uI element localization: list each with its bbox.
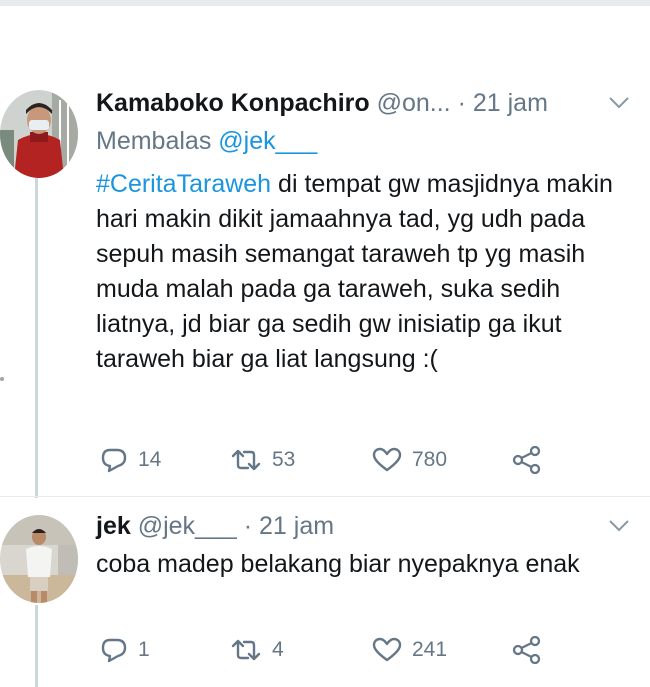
tweet-text: coba madep belakang biar nyepaknya enak <box>96 550 580 578</box>
display-name[interactable]: jek <box>96 512 131 540</box>
reply-button[interactable]: 14 <box>100 445 161 475</box>
avatar[interactable] <box>0 90 78 178</box>
tweet-text: #CeritaTaraweh di tempat gw masjidnya ma… <box>96 167 636 377</box>
chevron-down-icon[interactable] <box>608 519 630 533</box>
reply-button[interactable]: 1 <box>100 635 150 665</box>
separator: · <box>243 512 253 540</box>
tweet-1[interactable]: Kamaboko Konpachiro @on... · 21 jam Memb… <box>0 0 650 498</box>
reply-handle-link[interactable]: @jek___ <box>218 127 317 155</box>
reply-prefix: Membalas <box>96 127 212 155</box>
action-bar: 14 53 780 <box>100 445 560 475</box>
share-button[interactable] <box>512 635 542 665</box>
retweet-count: 53 <box>272 448 296 471</box>
separator: · <box>457 89 466 117</box>
timestamp[interactable]: 21 jam <box>259 512 334 540</box>
author-row: Kamaboko Konpachiro @on... · 21 jam <box>96 88 548 118</box>
tweet-2[interactable]: jek @jek___ · 21 jam coba madep belakang… <box>0 497 650 687</box>
chevron-down-icon[interactable] <box>608 96 630 110</box>
reply-icon <box>101 448 127 473</box>
like-icon <box>372 447 402 472</box>
like-count: 241 <box>412 638 448 661</box>
handle[interactable]: @jek___ <box>138 512 237 540</box>
hashtag-link[interactable]: #CeritaTaraweh <box>96 170 271 198</box>
avatar[interactable] <box>0 515 78 603</box>
handle[interactable]: @on... <box>377 89 451 117</box>
thread-line <box>35 178 38 498</box>
retweet-icon <box>231 639 261 661</box>
replying-to: Membalas @jek___ <box>96 126 317 156</box>
share-button[interactable] <box>512 445 542 475</box>
reply-count: 14 <box>138 448 162 471</box>
author-row: jek @jek___ · 21 jam <box>96 511 334 541</box>
display-name[interactable]: Kamaboko Konpachiro <box>96 89 370 117</box>
action-bar: 1 4 241 <box>100 635 560 665</box>
like-button[interactable]: 241 <box>372 635 447 665</box>
share-icon <box>512 636 541 664</box>
tweet-text-body: di tempat gw masjidnya makin hari makin … <box>96 170 613 373</box>
like-button[interactable]: 780 <box>372 445 447 475</box>
reply-count: 1 <box>138 638 150 661</box>
thread-line <box>35 605 38 687</box>
retweet-icon <box>231 449 261 471</box>
like-count: 780 <box>412 448 448 471</box>
share-icon <box>512 446 541 474</box>
retweet-button[interactable]: 4 <box>230 635 284 665</box>
retweet-count: 4 <box>272 638 284 661</box>
like-icon <box>372 637 402 662</box>
retweet-button[interactable]: 53 <box>230 445 295 475</box>
timestamp[interactable]: 21 jam <box>473 89 548 117</box>
reply-icon <box>101 638 127 663</box>
